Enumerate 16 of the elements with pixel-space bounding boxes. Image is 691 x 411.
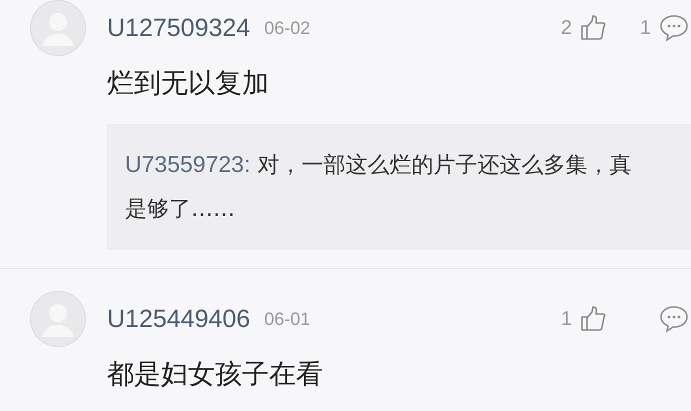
username[interactable]: U127509324	[107, 14, 250, 42]
comment-text: 烂到无以复加	[107, 67, 270, 101]
comment-text: 都是妇女孩子在看	[107, 358, 324, 392]
like-count: 2	[560, 16, 572, 40]
username[interactable]: U125449406	[107, 304, 250, 334]
thumbs-up-icon[interactable]	[580, 306, 606, 332]
comment-date: 06-01	[264, 308, 310, 330]
reply-count: 1	[640, 16, 651, 40]
like-count: 1	[560, 308, 572, 330]
avatar-icon	[30, 0, 86, 56]
comment-date: 06-02	[264, 18, 310, 38]
comment-icon[interactable]	[659, 13, 689, 43]
comment-icon[interactable]	[659, 304, 689, 334]
reply-text: U73559723: 对，一部这么烂的片子还这么多集，真是够了……	[125, 150, 632, 224]
avatar-icon	[30, 291, 86, 347]
thumbs-up-icon[interactable]	[580, 15, 606, 41]
